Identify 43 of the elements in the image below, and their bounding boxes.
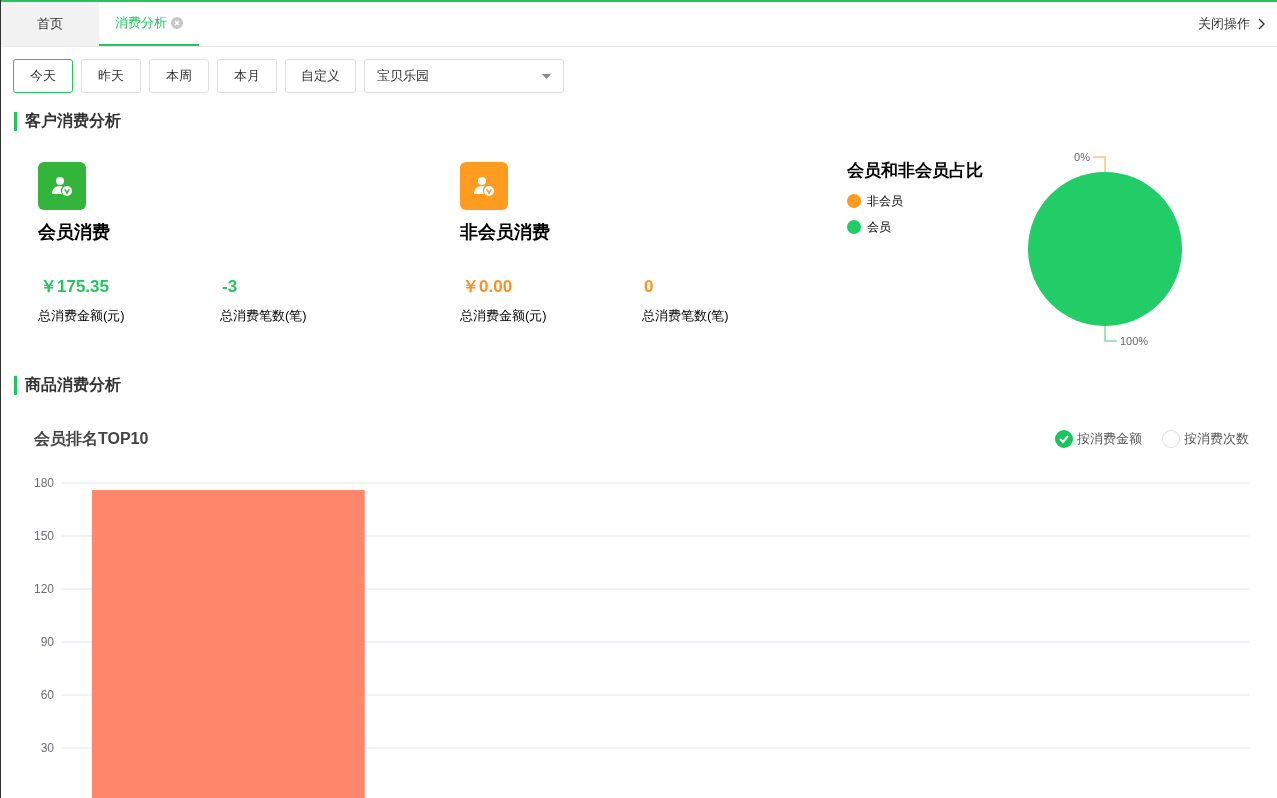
stat-value: ￥0.00: [461, 276, 514, 298]
user-check-icon: [50, 174, 74, 198]
chevron-right-icon: [1258, 18, 1265, 30]
section-marker: [14, 375, 17, 395]
stat-label: 总消费金额(元): [460, 306, 548, 325]
period-button[interactable]: 今天: [13, 59, 73, 93]
close-icon[interactable]: [171, 17, 183, 29]
stat-value: ￥175.35: [39, 276, 110, 298]
y-axis-label: 150: [33, 529, 54, 543]
section-marker: [14, 111, 17, 131]
period-button[interactable]: 本周: [149, 59, 209, 93]
chart-title: 会员排名TOP10: [34, 429, 149, 449]
y-axis-label: 120: [33, 582, 54, 596]
leader-line: [1104, 325, 1118, 342]
stat-label: 总消费笔数(笔): [642, 306, 730, 325]
y-axis-label: 180: [33, 477, 54, 490]
y-axis-label: 30: [40, 741, 54, 755]
legend-label: 会员: [867, 218, 891, 236]
radio-option[interactable]: 按消费金额: [1055, 429, 1142, 449]
y-axis-label: 60: [40, 688, 54, 702]
section-title: 商品消费分析: [25, 375, 121, 395]
stat-value: -3: [221, 276, 239, 298]
leader-line: [1092, 156, 1106, 173]
stat-label: 总消费金额(元): [38, 306, 126, 325]
pie-label: 0%: [1074, 151, 1090, 163]
close-operations-button[interactable]: 关闭操作: [1198, 14, 1277, 34]
period-button[interactable]: 自定义: [285, 59, 356, 93]
radio-option[interactable]: 按消费次数: [1162, 429, 1249, 449]
chart-title: 会员和非会员占比: [847, 160, 984, 182]
legend-label: 非会员: [867, 192, 903, 210]
store-select[interactable]: 宝贝乐园: [364, 59, 564, 93]
tab[interactable]: 首页: [1, 2, 99, 46]
pie-label: 100%: [1120, 335, 1149, 347]
user-check-icon: [472, 174, 496, 198]
section-title: 客户消费分析: [25, 111, 121, 131]
card-title: 非会员消费: [460, 221, 551, 244]
period-button[interactable]: 昨天: [81, 59, 141, 93]
card-title: 会员消费: [38, 221, 111, 244]
stat-label: 总消费笔数(笔): [220, 306, 308, 325]
y-axis-label: 90: [40, 635, 54, 649]
dropdown-caret-icon: [542, 73, 551, 79]
period-button[interactable]: 本月: [217, 59, 277, 93]
stat-value: 0: [643, 276, 655, 298]
